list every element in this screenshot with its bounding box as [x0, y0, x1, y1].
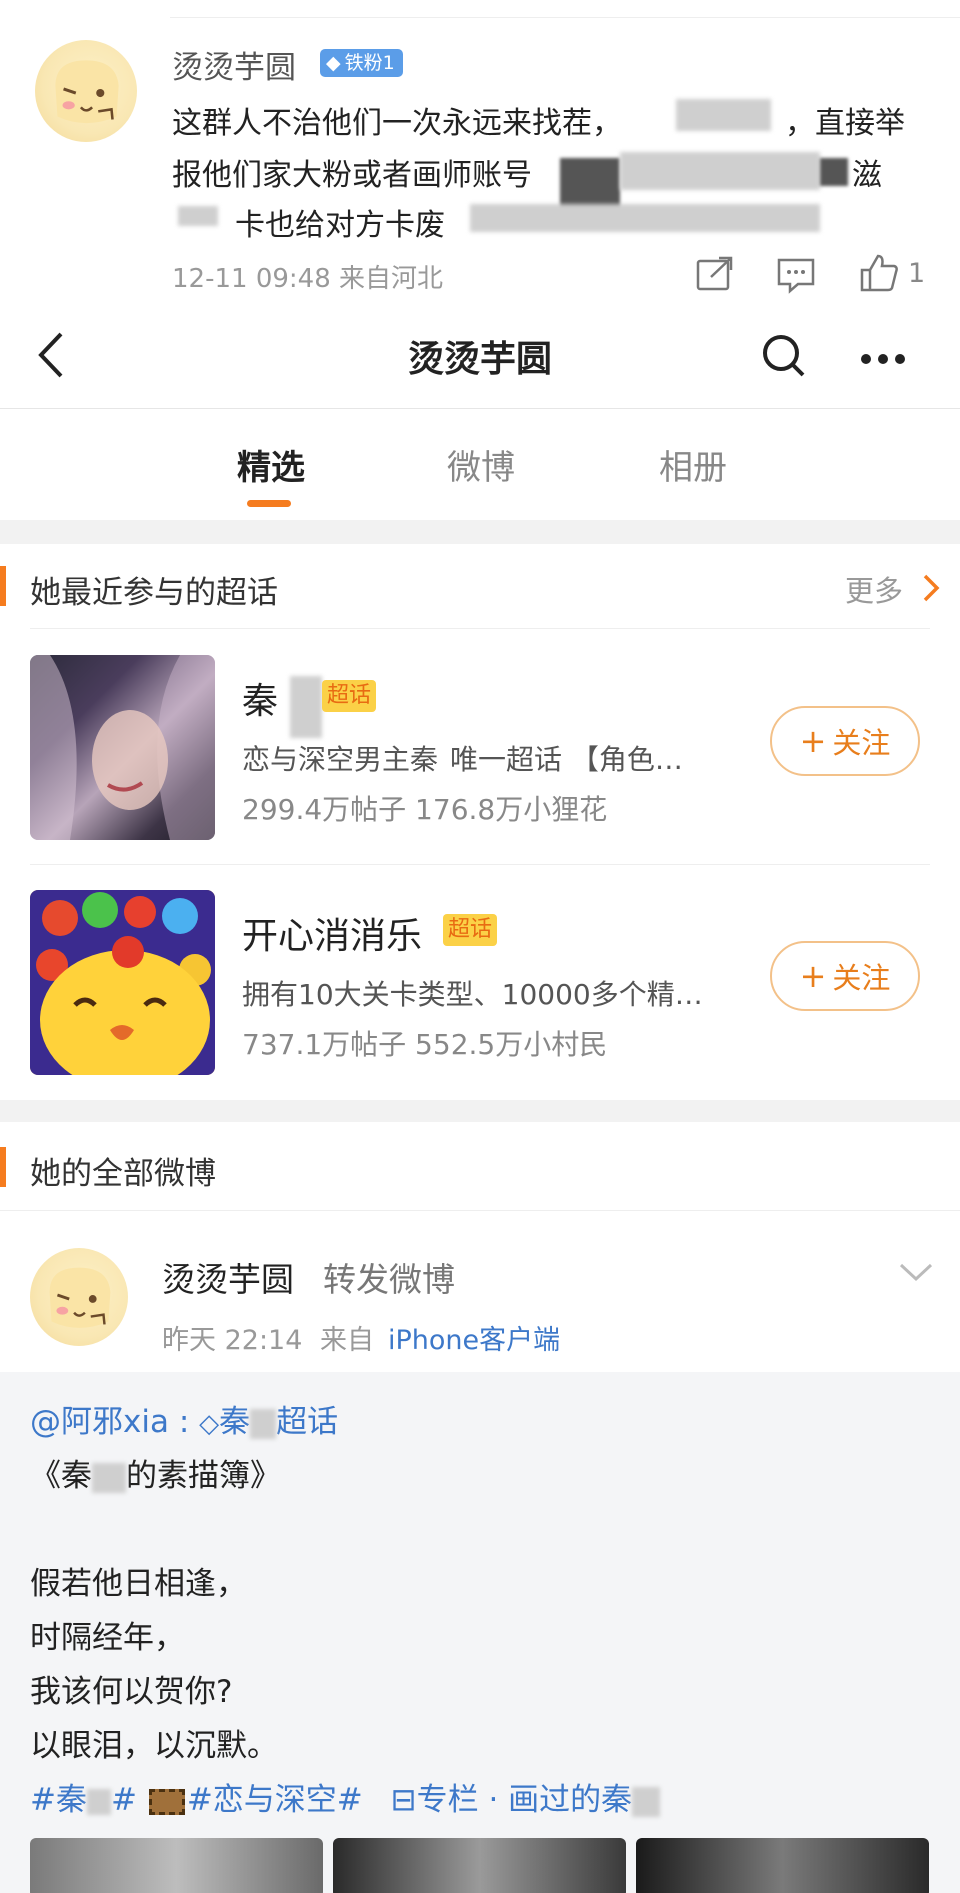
divider — [30, 864, 930, 865]
share-icon[interactable] — [695, 255, 735, 293]
divider — [0, 408, 960, 409]
divider — [170, 17, 960, 18]
diamond-icon: ◆ — [326, 52, 341, 74]
comment-line-3: 卡也给对方卡废 — [235, 208, 445, 243]
supertopic-badge: 超话 — [322, 680, 377, 712]
post-image[interactable] — [30, 1838, 323, 1893]
redaction — [632, 1786, 661, 1817]
repost-title: 《秦 的素描簿》 — [30, 1450, 281, 1495]
column-link[interactable]: 专栏 · 画过的秦 — [417, 1782, 633, 1818]
tab-album[interactable]: 相册 — [659, 440, 727, 489]
film-icon — [148, 1788, 185, 1815]
redaction — [250, 1408, 277, 1439]
topic-link-suffix[interactable]: 超话 — [276, 1404, 338, 1440]
topic-cover-image[interactable] — [30, 890, 215, 1075]
post-time: 昨天 22:14 — [162, 1325, 303, 1356]
hashtag-link[interactable]: # — [111, 1782, 137, 1818]
poem-line: 假若他日相逢， — [30, 1566, 247, 1602]
title-close: 的素描簿》 — [126, 1458, 281, 1494]
section-marker — [0, 1147, 6, 1187]
topic-name[interactable]: 开心消消乐 — [242, 907, 422, 959]
topic-cover-image[interactable] — [30, 655, 215, 840]
diamond-icon: ◇ — [199, 1409, 220, 1439]
supertopic-badge: 超话 — [443, 914, 498, 946]
divider — [0, 1210, 960, 1211]
like-count: 1 — [908, 258, 926, 289]
follow-button[interactable]: + 关注 — [770, 706, 920, 776]
topic-description-text: 恋与深空男主秦 — [242, 743, 439, 776]
page-title: 烫烫芋圆 — [407, 339, 552, 380]
comment-line-1-end: ，直接举 — [785, 106, 905, 141]
poem-line: 我该何以贺你? — [30, 1674, 233, 1710]
post-source[interactable]: iPhone客户端 — [388, 1318, 560, 1357]
topic-description: 恋与深空男主秦 唯一超话 【角色… — [242, 738, 683, 778]
avatar[interactable] — [35, 40, 137, 142]
avatar[interactable] — [30, 1248, 128, 1346]
section-marker — [0, 566, 6, 606]
post-username[interactable]: 烫烫芋圆 — [162, 1253, 294, 1301]
fan-badge: ◆ 铁粉1 — [320, 49, 403, 77]
comment-line-2: 报他们家大粉或者画师账号 — [172, 158, 532, 193]
topic-description: 拥有10大关卡类型、10000多个精… — [242, 978, 703, 1011]
topic-stats: 737.1万帖子 552.5万小村民 — [242, 1028, 608, 1061]
redaction — [178, 206, 218, 226]
section-gap — [0, 1100, 960, 1122]
comment-line-2-end: 滋 — [852, 158, 882, 193]
title-open: 《秦 — [30, 1458, 92, 1494]
post-source-prefix: 来自 — [320, 1325, 374, 1356]
section-title: 她最近参与的超话 — [30, 575, 278, 611]
topic-description-tail: 唯一超话 【角色… — [450, 743, 683, 776]
tab-indicator — [247, 500, 291, 507]
comment-meta: 12-11 09:48 来自河北 — [172, 264, 444, 294]
like-icon[interactable] — [858, 252, 900, 294]
redaction — [676, 99, 771, 131]
more-link[interactable]: 更多 — [845, 568, 903, 610]
comment-username[interactable]: 烫烫芋圆 — [172, 42, 296, 87]
post-image[interactable] — [333, 1838, 626, 1893]
repost-header: @阿邪xia : ◇秦 超话 — [30, 1396, 338, 1441]
poem-line: 时隔经年， — [30, 1620, 185, 1656]
follow-label: 关注 — [832, 726, 891, 760]
tab-weibo[interactable]: 微博 — [447, 440, 515, 489]
mention-colon: : — [168, 1404, 190, 1440]
mention-link[interactable]: @阿邪xia — [30, 1404, 169, 1440]
topic-name[interactable]: 秦 — [242, 672, 278, 724]
column-icon: ⊟ — [390, 1782, 417, 1818]
cat-avatar-icon — [49, 1267, 111, 1328]
section-gap — [0, 520, 960, 544]
divider — [30, 628, 930, 629]
topic-link[interactable]: 秦 — [219, 1404, 250, 1440]
tab-featured[interactable]: 精选 — [237, 440, 305, 489]
follow-button[interactable]: + 关注 — [770, 941, 920, 1011]
section-title: 她的全部微博 — [30, 1156, 216, 1192]
hashtag-link[interactable]: #秦 — [30, 1782, 87, 1818]
comment-line-1: 这群人不治他们一次永远来找茬， — [172, 98, 622, 142]
plus-icon: + — [799, 957, 827, 995]
plus-icon: + — [799, 722, 827, 760]
tag-row: #秦 # #恋与深空# ⊟专栏 · 画过的秦 — [30, 1774, 661, 1819]
hashtag-link[interactable]: #恋与深空# — [187, 1782, 363, 1818]
more-icon[interactable] — [860, 350, 906, 364]
redaction — [290, 676, 322, 738]
post-image[interactable] — [636, 1838, 929, 1893]
search-icon[interactable] — [760, 332, 806, 378]
cat-avatar-icon — [55, 60, 119, 124]
chevron-down-icon[interactable] — [898, 1262, 934, 1282]
comment-icon[interactable] — [776, 256, 816, 294]
redaction — [620, 152, 820, 190]
chevron-right-icon[interactable] — [922, 573, 940, 603]
redaction — [92, 1462, 126, 1493]
redaction — [86, 1788, 111, 1815]
topic-stats: 299.4万帖子 176.8万小狸花 — [242, 793, 608, 826]
follow-label: 关注 — [832, 961, 891, 995]
post-type: 转发微博 — [323, 1260, 455, 1299]
poem-line: 以眼泪，以沉默。 — [30, 1728, 278, 1764]
redaction — [470, 204, 820, 232]
fan-badge-label: 铁粉1 — [344, 52, 395, 74]
comment-text: 这群人不治他们一次永远来找茬， — [172, 106, 622, 141]
redaction — [820, 158, 848, 186]
